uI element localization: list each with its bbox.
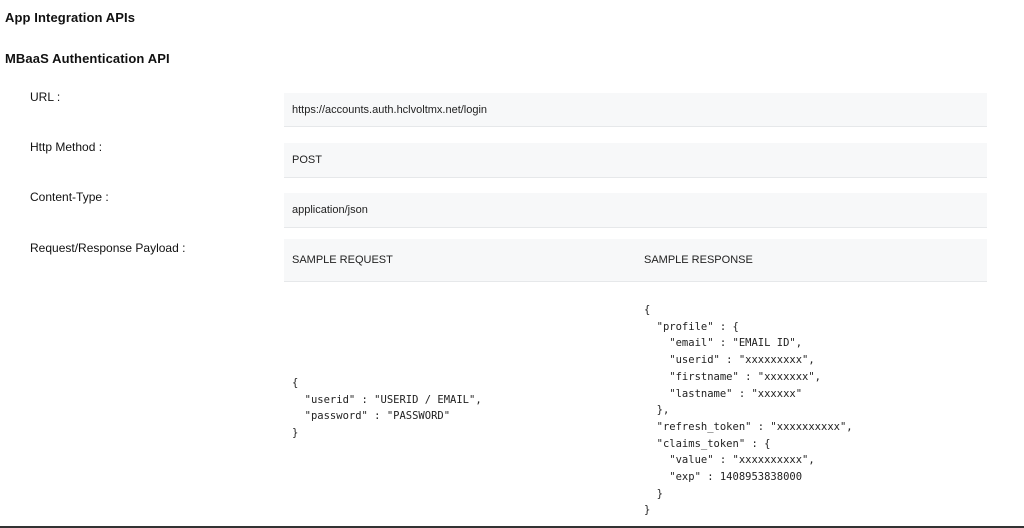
http-method-label: Http Method : [30, 140, 103, 154]
sample-response-header: SAMPLE RESPONSE [644, 254, 753, 266]
sample-request-code: { "userid" : "USERID / EMAIL", "password… [292, 377, 482, 440]
url-value: https://accounts.auth.hclvoltmx.net/logi… [292, 103, 488, 116]
http-method-value-box: POST [284, 143, 987, 178]
payload-label: Request/Response Payload : [30, 241, 186, 255]
content-type-value-box: application/json [284, 193, 987, 228]
url-label: URL : [30, 90, 61, 104]
sample-request-header: SAMPLE REQUEST [292, 254, 393, 266]
url-value-box: https://accounts.auth.hclvoltmx.net/logi… [284, 93, 987, 127]
sample-response-code: { "profile" : { "email" : "EMAIL ID", "u… [644, 304, 853, 517]
content-type-value: application/json [292, 204, 368, 216]
api-title: MBaaS Authentication API [5, 51, 170, 66]
page-heading: App Integration APIs [5, 10, 136, 25]
content-type-label: Content-Type : [30, 190, 109, 204]
api-doc-page: App Integration APIs MBaaS Authenticatio… [0, 0, 1024, 528]
payload-table-header: SAMPLE REQUEST SAMPLE RESPONSE [284, 239, 987, 282]
http-method-value: POST [292, 154, 322, 166]
